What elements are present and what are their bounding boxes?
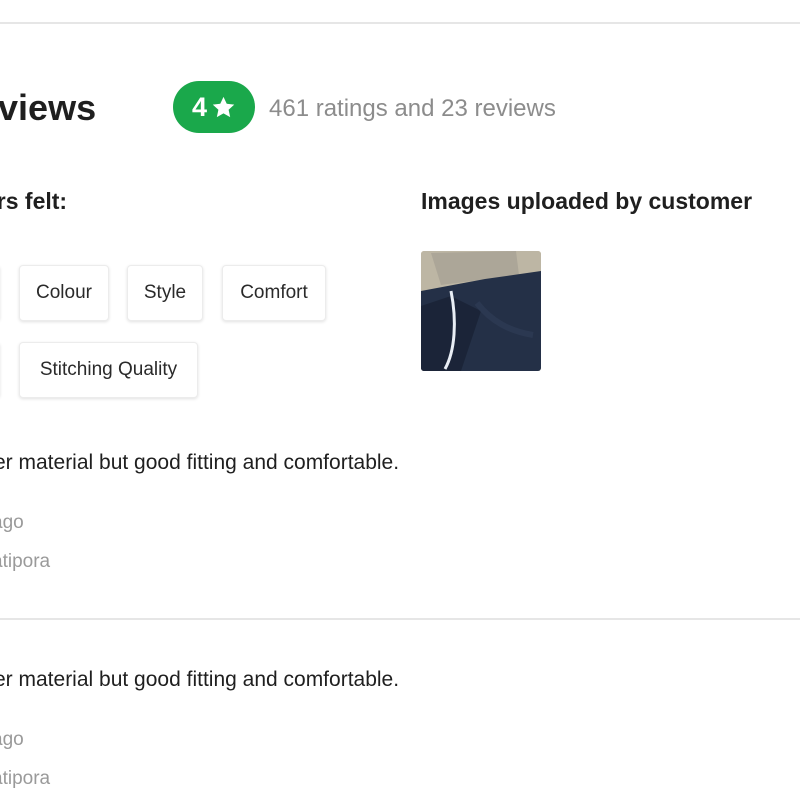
feature-chip-style[interactable]: Style: [127, 265, 203, 321]
customer-photo[interactable]: [421, 251, 541, 371]
rating-badge: 4: [173, 81, 255, 133]
review-divider: [0, 618, 800, 620]
star-icon: [212, 96, 235, 117]
review-location: atipora: [0, 768, 51, 789]
top-divider: [0, 22, 800, 24]
review-text: er material but good fitting and comfort…: [0, 451, 400, 474]
feature-chip-comfort[interactable]: Comfort: [222, 265, 326, 321]
rating-summary: 461 ratings and 23 reviews: [269, 95, 556, 122]
customer-images-title: Images uploaded by customer: [421, 188, 753, 214]
chip-label: Colour: [36, 282, 92, 303]
feature-chip-colour[interactable]: Colour: [19, 265, 109, 321]
review-text: er material but good fitting and comfort…: [0, 668, 400, 691]
review-location: atipora: [0, 551, 51, 572]
reviews-heading: eviews: [0, 87, 97, 128]
rating-score: 4: [191, 91, 208, 122]
feature-chip-stitching-quality[interactable]: Stitching Quality: [19, 342, 198, 398]
chip-label: Style: [143, 282, 187, 303]
chip-label: Stitching Quality: [39, 359, 178, 380]
customers-felt-title: ers felt:: [0, 188, 68, 214]
review-time: ago: [0, 512, 24, 533]
chip-label: Comfort: [240, 282, 308, 303]
review-time: ago: [0, 729, 24, 750]
